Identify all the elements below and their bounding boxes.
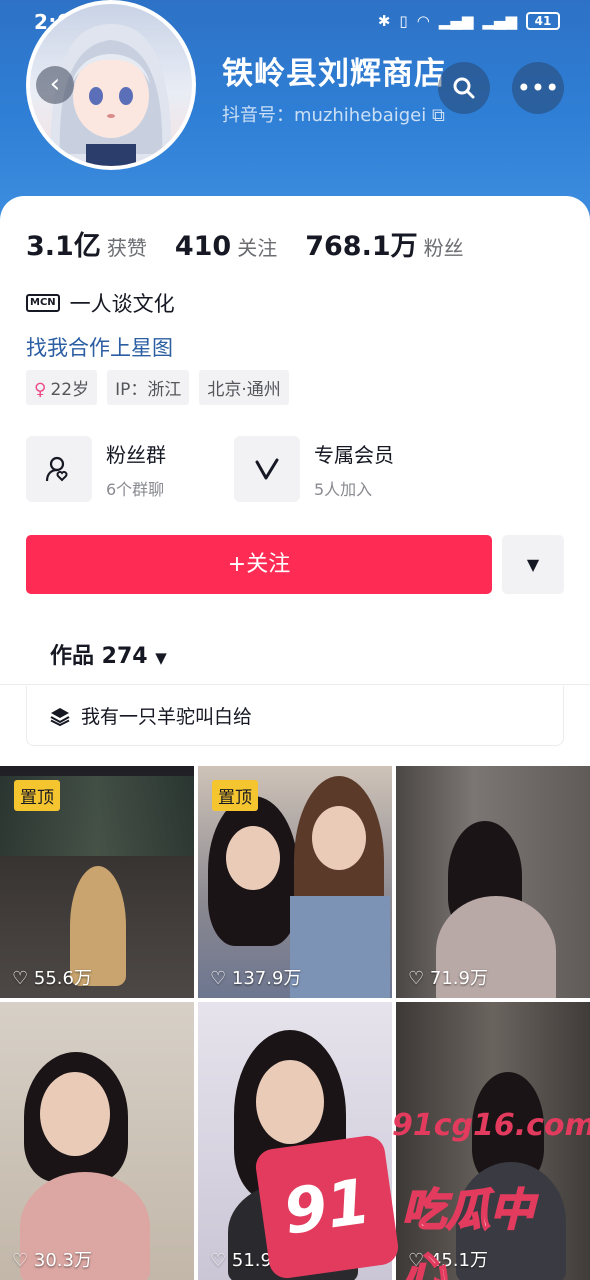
like-count-text: 30.3万 [33,1250,92,1271]
douyin-id[interactable]: 抖音号：muzhihebaigei ⧉ [222,101,445,127]
video-thumb[interactable]: 置顶 ♡ 55.6万 [0,766,194,998]
fan-group-entry[interactable]: 粉丝群 6个群聊 [26,436,166,502]
like-count-text: 137.9万 [231,968,302,989]
douyin-id-text: 抖音号：muzhihebaigei [222,105,427,126]
ip-tag: IP：浙江 [107,370,190,405]
video-thumb[interactable]: ♡ 30.3万 [0,1002,194,1280]
watermark-logo: 91 [253,1133,401,1280]
like-count: ♡ 137.9万 [210,964,301,990]
stat-following-label: 关注 [237,236,278,260]
stat-likes-num: 3.1亿 [26,231,101,262]
mcn-text: 一人谈文化 [69,292,175,316]
like-count: ♡ 30.3万 [12,1246,92,1272]
like-count-text: 71.9万 [429,968,488,989]
heart-icon: ♡ [408,968,425,989]
watermark-text: 吃瓜中心 [401,1184,535,1280]
overalls-image [290,896,390,998]
follow-dropdown-button[interactable]: ▼ [502,535,564,594]
search-icon [453,77,475,99]
caret-down-icon: ▼ [155,649,167,667]
heart-icon: ♡ [12,968,29,989]
stat-fans[interactable]: 768.1万 粉丝 [305,224,463,263]
face-image [226,826,280,890]
divider [0,684,590,685]
mcn-icon: MCN [26,294,60,312]
collection-title: 我有一只羊驼叫白给 [81,706,253,728]
stat-following-num: 410 [174,231,232,262]
signal-5g-icon: ▂▄▆ [482,12,517,30]
location-tag: 北京·通州 [199,370,289,405]
profile-screen: 2:07 ✱ ▯ ◠ ▂▄▆ ▂▄▆ 41 ‹ 铁岭县 [0,0,590,1280]
fan-group-icon [26,436,92,502]
battery-icon: 41 [526,12,560,30]
cooperation-link[interactable]: 找我合作上星图 [26,332,173,362]
tab-works[interactable]: 作品 274 ▼ [50,638,167,670]
heart-icon: ♡ [210,968,227,989]
like-count: ♡ 55.6万 [12,964,92,990]
fan-group-title: 粉丝群 [106,442,166,467]
copy-icon[interactable]: ⧉ [432,105,445,126]
stat-following[interactable]: 410 关注 [175,231,277,262]
stats-row: 3.1亿 获赞 410 关注 768.1万 粉丝 [26,224,464,263]
pinned-badge: 置顶 [212,780,258,811]
tag-row: ♀ 22岁 IP：浙江 北京·通州 [26,370,289,405]
stat-likes-label: 获赞 [106,236,147,260]
stat-likes[interactable]: 3.1亿 获赞 [26,224,147,263]
tab-works-label: 作品 274 [50,644,148,669]
like-count: ♡ 71.9万 [408,964,488,990]
vip-sub: 5人加入 [314,479,373,499]
fan-group-sub: 6个群聊 [106,479,165,499]
layers-icon [50,707,70,726]
face-image [40,1072,110,1156]
stat-fans-num: 768.1万 [305,231,418,262]
more-dots-icon: ••• [516,74,560,102]
vibrate-icon: ▯ [399,12,408,30]
caret-down-icon: ▼ [526,555,540,574]
female-icon: ♀ [34,380,47,400]
vip-entry[interactable]: 专属会员 5人加入 [234,436,394,502]
face-image [312,806,366,870]
watermark-url: 91cg16.com [392,1108,590,1143]
heart-icon: ♡ [210,1250,227,1271]
more-options-button[interactable]: ••• [512,62,564,114]
follow-button[interactable]: +关注 [26,535,492,594]
profile-name: 铁岭县刘辉商店 [222,56,446,92]
age-tag-text: 22岁 [50,380,90,400]
status-icons: ✱ ▯ ◠ ▂▄▆ ▂▄▆ 41 [378,12,560,30]
vip-v-icon [234,436,300,502]
vip-title: 专属会员 [314,442,394,467]
watermark: 91cg16.com 91 吃瓜中心 [253,1108,590,1280]
wifi-icon: ◠ [416,12,430,30]
video-thumb[interactable]: 置顶 ♡ 137.9万 [198,766,392,998]
signal-4g-icon: ▂▄▆ [438,12,474,30]
collection-item[interactable]: 我有一只羊驼叫白给 [26,686,564,746]
bluetooth-icon: ✱ [377,12,391,30]
video-thumb[interactable]: ♡ 71.9万 [396,766,590,998]
age-tag: ♀ 22岁 [26,370,98,405]
search-button[interactable] [438,62,490,114]
pinned-badge: 置顶 [14,780,60,811]
heart-icon: ♡ [12,1250,29,1271]
back-button[interactable]: ‹ [36,66,74,104]
like-count-text: 55.6万 [33,968,92,989]
mcn-row[interactable]: MCN 一人谈文化 [26,288,175,318]
stat-fans-label: 粉丝 [423,236,464,260]
